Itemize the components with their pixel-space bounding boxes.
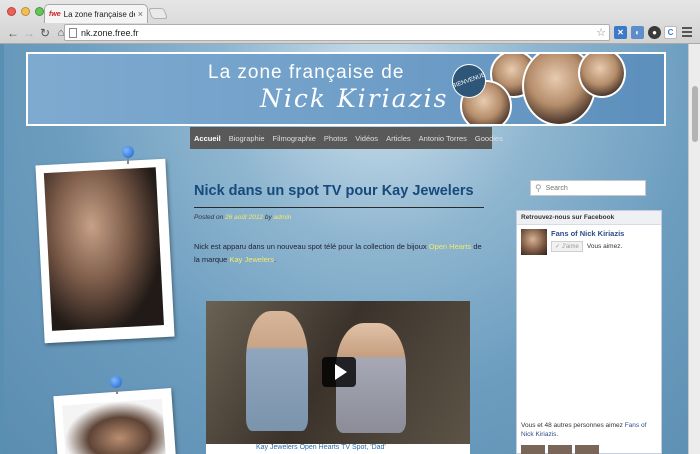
maximize-window-button[interactable] [35, 7, 44, 16]
polaroid-photo-1[interactable] [35, 158, 175, 344]
close-window-button[interactable] [7, 7, 16, 16]
play-icon [334, 364, 347, 380]
nav-item-accueil[interactable]: Accueil [194, 134, 221, 143]
meta-by: by [264, 214, 272, 221]
facebook-fans-count: Vous et 48 autres personnes aimez Fans o… [521, 421, 659, 439]
facebook-widget: Retrouvez-nous sur Facebook Fans of Nick… [516, 210, 662, 454]
minimize-window-button[interactable] [21, 7, 30, 16]
video-figure-man [246, 311, 308, 431]
banner-name: Nick Kiriazis [260, 84, 449, 113]
browser-toolbar: ← → ↻ ⌂ nk.zone.free.fr ☆ ✕ ◐ ● C [0, 22, 700, 44]
pushpin-icon-2 [110, 376, 122, 388]
extension-dark-icon[interactable]: ● [648, 26, 661, 39]
banner-photo-3 [578, 54, 626, 98]
page-icon [69, 27, 77, 38]
post-title[interactable]: Nick dans un spot TV pour Kay Jewelers [194, 182, 504, 201]
browser-tab[interactable]: fwe La zone française de Nick × [44, 4, 148, 23]
facebook-fan-faces [521, 445, 599, 454]
autographed-photo [43, 167, 164, 331]
kay-jewelers-link[interactable]: Kay Jewelers [229, 255, 274, 264]
fan-avatar[interactable] [575, 445, 599, 454]
polaroid-photo-2[interactable] [53, 387, 177, 454]
favicon-icon: fwe [49, 10, 61, 18]
title-divider [194, 207, 484, 208]
nav-item-biographie[interactable]: Biographie [229, 134, 265, 143]
post-body: Nick est apparu dans un nouveau spot tél… [194, 240, 484, 266]
nav-item-goodies[interactable]: Goodies [475, 134, 503, 143]
fans-count-end: . [556, 431, 559, 438]
signed-photo [62, 398, 167, 454]
web-page: La zone française de Nick Kiriazis BIENV… [4, 44, 688, 454]
search-box[interactable]: ⚲ [530, 180, 646, 196]
forward-icon[interactable]: → [22, 26, 36, 40]
extension-x-icon[interactable]: ✕ [614, 26, 627, 39]
nav-item-photos[interactable]: Photos [324, 134, 347, 143]
banner-title: La zone française de [208, 62, 405, 83]
like-label: J'aime [561, 244, 579, 250]
browser-chrome: fwe La zone française de Nick × ← → ↻ ⌂ … [0, 0, 700, 44]
address-bar[interactable]: nk.zone.free.fr ☆ [64, 24, 610, 41]
post-date-link[interactable]: 26 août 2012 [225, 214, 263, 221]
facebook-page-avatar[interactable] [521, 229, 547, 255]
facebook-page-name[interactable]: Fans of Nick Kiriazis [551, 229, 624, 238]
search-input[interactable] [545, 184, 636, 192]
scrollbar-thumb[interactable] [692, 86, 698, 142]
fan-avatar[interactable] [548, 445, 572, 454]
bookmark-star-icon[interactable]: ☆ [596, 26, 606, 39]
video-caption-link[interactable]: Kay Jewelers Open Hearts TV Spot, 'Dad' [206, 444, 470, 454]
play-button[interactable] [322, 357, 356, 387]
fan-avatar[interactable] [521, 445, 545, 454]
facebook-widget-header: Retrouvez-nous sur Facebook [517, 211, 661, 225]
facebook-like-button[interactable]: ✓ J'aime [551, 241, 583, 252]
post-meta: Posted on 26 août 2012 by admin [194, 214, 504, 221]
back-icon[interactable]: ← [6, 26, 20, 40]
window-controls [7, 7, 44, 16]
meta-prefix: Posted on [194, 214, 224, 221]
new-tab-button[interactable] [147, 8, 169, 19]
nav-item-articles[interactable]: Articles [386, 134, 411, 143]
post-author-link[interactable]: admin [274, 214, 292, 221]
close-tab-icon[interactable]: × [138, 9, 143, 19]
main-nav: Accueil Biographie Filmographie Photos V… [190, 127, 503, 149]
nav-item-antonio-torres[interactable]: Antonio Torres [419, 134, 467, 143]
tab-title: La zone française de Nick [63, 9, 135, 19]
post-article: Nick dans un spot TV pour Kay Jewelers P… [194, 182, 504, 266]
body-text-1: Nick est apparu dans un nouveau spot tél… [194, 242, 429, 251]
body-text-3: . [274, 255, 277, 264]
open-hearts-link[interactable]: Open Hearts [429, 242, 472, 251]
extension-chat-icon[interactable]: ◐ [631, 26, 644, 39]
nav-item-filmographie[interactable]: Filmographie [273, 134, 316, 143]
reload-icon[interactable]: ↻ [38, 26, 52, 40]
you-like-text: Vous aimez. [586, 243, 623, 250]
chrome-menu-icon[interactable] [682, 27, 692, 39]
page-scrollbar[interactable] [688, 44, 700, 454]
extension-c-icon[interactable]: C [664, 26, 677, 39]
url-text: nk.zone.free.fr [81, 27, 139, 38]
pushpin-icon [122, 146, 134, 158]
facebook-page-card: Fans of Nick Kiriazis ✓ J'aime Vous aime… [517, 225, 661, 259]
site-banner: La zone française de Nick Kiriazis BIENV… [26, 52, 666, 126]
search-icon: ⚲ [535, 182, 542, 193]
fans-count-text: Vous et 48 autres personnes aimez [521, 422, 625, 429]
tab-strip: fwe La zone française de Nick × [0, 0, 700, 23]
video-player[interactable]: Kay Jewelers Open Hearts TV Spot, 'Dad' [206, 301, 470, 454]
nav-item-videos[interactable]: Vidéos [355, 134, 378, 143]
